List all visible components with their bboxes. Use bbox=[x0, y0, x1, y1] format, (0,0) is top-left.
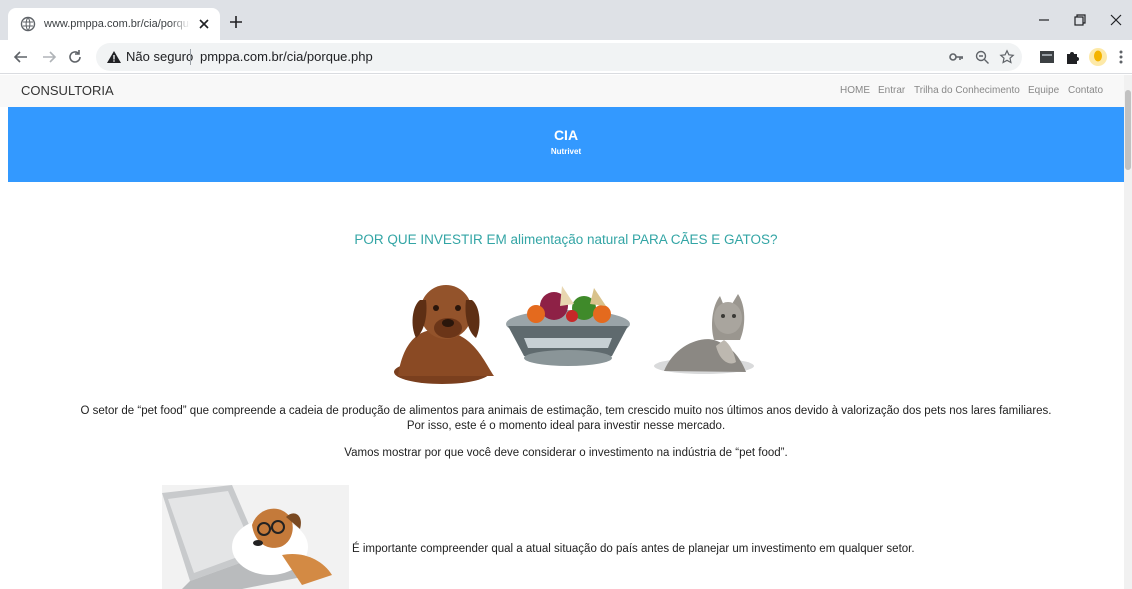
browser-tab[interactable]: www.pmppa.com.br/cia/porque.php bbox=[8, 8, 220, 40]
nav-contato[interactable]: Contato bbox=[1068, 85, 1103, 97]
site-navbar: CONSULTORIA HOME Entrar Trilha do Conhec… bbox=[0, 75, 1132, 107]
nav-equipe[interactable]: Equipe bbox=[1028, 85, 1059, 97]
hero-banner: CIA Nutrivet bbox=[8, 107, 1124, 182]
globe-icon bbox=[20, 16, 36, 32]
close-tab-icon[interactable] bbox=[196, 16, 212, 32]
bookmark-star-icon[interactable] bbox=[999, 49, 1015, 65]
security-label[interactable]: Não seguro bbox=[126, 49, 193, 65]
dog-laptop-image bbox=[162, 485, 349, 589]
minimize-icon[interactable] bbox=[1032, 8, 1056, 32]
extension-icon[interactable] bbox=[1038, 48, 1056, 66]
forward-arrow-icon[interactable] bbox=[40, 48, 58, 66]
menu-dots-icon[interactable] bbox=[1116, 48, 1126, 66]
pets-food-illustration bbox=[394, 285, 754, 384]
food-bowl-image bbox=[506, 286, 630, 366]
key-icon[interactable] bbox=[948, 49, 964, 65]
intro-paragraph-line1: O setor de “pet food” que compreende a c… bbox=[80, 405, 1052, 417]
hero-subtitle: Nutrivet bbox=[550, 147, 582, 156]
tab-title: www.pmppa.com.br/cia/porque.php bbox=[44, 16, 190, 32]
puzzle-icon[interactable] bbox=[1064, 48, 1082, 66]
nav-entrar[interactable]: Entrar bbox=[878, 85, 905, 97]
reload-icon[interactable] bbox=[66, 48, 84, 66]
zoom-icon[interactable] bbox=[974, 49, 990, 65]
scrollbar-thumb[interactable] bbox=[1125, 90, 1131, 170]
browser-tab-strip: www.pmppa.com.br/cia/porque.php bbox=[0, 0, 1132, 40]
intro-paragraph-line2: Por isso, este é o momento ideal para in… bbox=[406, 420, 726, 432]
warning-triangle-icon[interactable] bbox=[106, 49, 122, 65]
url-text[interactable]: pmppa.com.br/cia/porque.php bbox=[200, 49, 373, 65]
nav-home[interactable]: HOME bbox=[840, 85, 870, 97]
cat-image bbox=[654, 294, 754, 374]
page-heading: POR QUE INVESTIR EM alimentação natural … bbox=[354, 232, 778, 247]
hero-title: CIA bbox=[553, 127, 579, 143]
avatar[interactable] bbox=[1088, 47, 1108, 67]
back-arrow-icon[interactable] bbox=[12, 48, 30, 66]
site-brand[interactable]: CONSULTORIA bbox=[21, 83, 114, 99]
close-window-icon[interactable] bbox=[1104, 8, 1128, 32]
new-tab-icon[interactable] bbox=[226, 12, 246, 32]
nav-trilha[interactable]: Trilha do Conhecimento bbox=[914, 85, 1020, 97]
third-paragraph: É importante compreender qual a atual si… bbox=[352, 543, 915, 555]
browser-toolbar: Não seguro pmppa.com.br/cia/porque.php bbox=[0, 40, 1132, 74]
second-paragraph: Vamos mostrar por que você deve consider… bbox=[344, 447, 788, 459]
puppy-image bbox=[394, 285, 494, 384]
restore-icon[interactable] bbox=[1068, 8, 1092, 32]
address-bar[interactable]: Não seguro pmppa.com.br/cia/porque.php bbox=[96, 43, 1022, 71]
omnibox-separator bbox=[190, 49, 191, 65]
